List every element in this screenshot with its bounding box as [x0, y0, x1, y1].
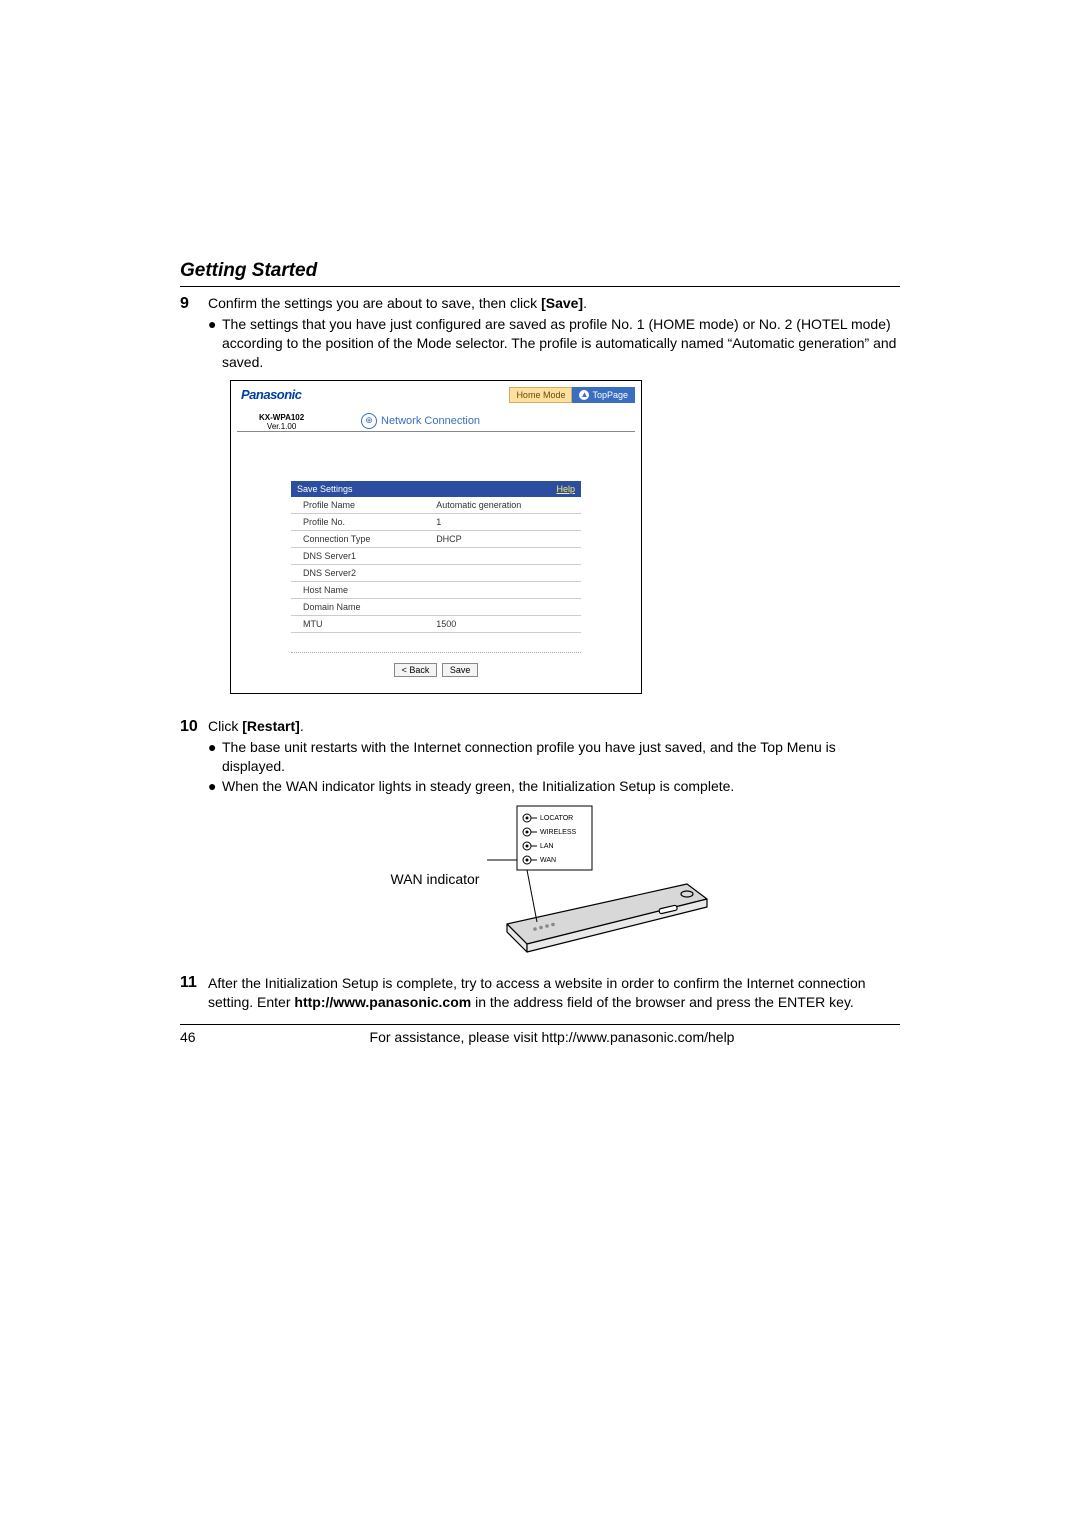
cell-label: MTU [291, 615, 430, 632]
table-row: Connection TypeDHCP [291, 530, 581, 547]
led-label: WAN [540, 857, 556, 864]
cell-label: Connection Type [291, 530, 430, 547]
bullet-text: The base unit restarts with the Internet… [222, 738, 900, 776]
cell-value: 1500 [430, 615, 581, 632]
save-settings-table: Save Settings Help Profile NameAutomatic… [291, 481, 581, 633]
page-footer: 46 For assistance, please visit http://w… [180, 1024, 900, 1045]
step-9: 9 Confirm the settings you are about to … [180, 295, 900, 712]
bullet-dot: ● [208, 777, 222, 796]
restart-bold: [Restart] [242, 718, 300, 734]
bullet-text: The settings that you have just configur… [222, 315, 900, 372]
back-button[interactable]: < Back [394, 663, 438, 677]
device-diagram: WAN indicator LOCATOR WIRELESS [208, 804, 900, 954]
bullet-dot: ● [208, 315, 222, 372]
globe-icon: ⊕ [361, 413, 377, 429]
toppage-button[interactable]: ▲ TopPage [572, 387, 635, 403]
table-row: DNS Server1 [291, 547, 581, 564]
model-number: KX-WPA102 [259, 413, 304, 423]
up-icon: ▲ [579, 390, 589, 400]
section-title: Getting Started [180, 260, 900, 287]
toppage-label: TopPage [592, 390, 628, 400]
led-label: LOCATOR [540, 815, 573, 822]
cell-label: Profile Name [291, 497, 430, 514]
device-illustration: LOCATOR WIRELESS LAN WAN [487, 804, 717, 954]
step-10-text: Click [Restart]. [208, 718, 900, 734]
table-row: Host Name [291, 581, 581, 598]
footer-text: For assistance, please visit http://www.… [204, 1029, 900, 1045]
button-row: < Back Save [231, 663, 641, 677]
cell-label: Profile No. [291, 513, 430, 530]
cell-label: DNS Server1 [291, 547, 430, 564]
table-row: DNS Server2 [291, 564, 581, 581]
table-row: MTU1500 [291, 615, 581, 632]
text: . [300, 718, 304, 734]
cell-value [430, 564, 581, 581]
text: in the address field of the browser and … [471, 994, 854, 1010]
save-button[interactable]: Save [442, 663, 479, 677]
network-title-text: Network Connection [381, 415, 480, 427]
table-row: Profile NameAutomatic generation [291, 497, 581, 514]
cell-value: DHCP [430, 530, 581, 547]
cell-value: Automatic generation [430, 497, 581, 514]
led-label: WIRELESS [540, 829, 577, 836]
text: . [583, 295, 587, 311]
led-label: LAN [540, 843, 554, 850]
settings-screenshot: Panasonic Home Mode ▲ TopPage KX-WPA102 … [230, 380, 642, 694]
mode-home: Home Mode [509, 387, 572, 403]
bullet-dot: ● [208, 738, 222, 776]
step-number: 9 [180, 295, 208, 712]
table-title: Save Settings [297, 484, 353, 494]
cell-label: Domain Name [291, 598, 430, 615]
step-10: 10 Click [Restart]. ● The base unit rest… [180, 718, 900, 969]
step-10-bullet-2: ● When the WAN indicator lights in stead… [208, 777, 900, 796]
page-number: 46 [180, 1029, 204, 1045]
table-row: Domain Name [291, 598, 581, 615]
cell-label: Host Name [291, 581, 430, 598]
step-10-bullet-1: ● The base unit restarts with the Intern… [208, 738, 900, 776]
cell-value: 1 [430, 513, 581, 530]
cell-value [430, 547, 581, 564]
step-11: 11 After the Initialization Setup is com… [180, 974, 900, 1016]
step-9-text: Confirm the settings you are about to sa… [208, 295, 900, 311]
save-bold: [Save] [541, 295, 583, 311]
step-11-text: After the Initialization Setup is comple… [208, 974, 900, 1012]
text: Click [208, 718, 242, 734]
network-title: ⊕ Network Connection [361, 413, 480, 429]
text: Confirm the settings you are about to sa… [208, 295, 541, 311]
bullet-text: When the WAN indicator lights in steady … [222, 777, 900, 796]
cell-label: DNS Server2 [291, 564, 430, 581]
cell-value [430, 598, 581, 615]
step-9-bullet: ● The settings that you have just config… [208, 315, 900, 372]
mode-badge: Home Mode ▲ TopPage [509, 387, 635, 403]
url-bold: http://www.panasonic.com [294, 994, 471, 1010]
manual-page: Getting Started 9 Confirm the settings y… [180, 260, 900, 1045]
step-number: 10 [180, 718, 208, 969]
step-number: 11 [180, 974, 208, 1016]
cell-value [430, 581, 581, 598]
model-label: KX-WPA102 Ver.1.00 [259, 413, 304, 432]
help-link[interactable]: Help [556, 484, 575, 494]
table-row: Profile No.1 [291, 513, 581, 530]
brand-logo: Panasonic [241, 387, 302, 402]
wan-indicator-label: WAN indicator [391, 871, 480, 887]
